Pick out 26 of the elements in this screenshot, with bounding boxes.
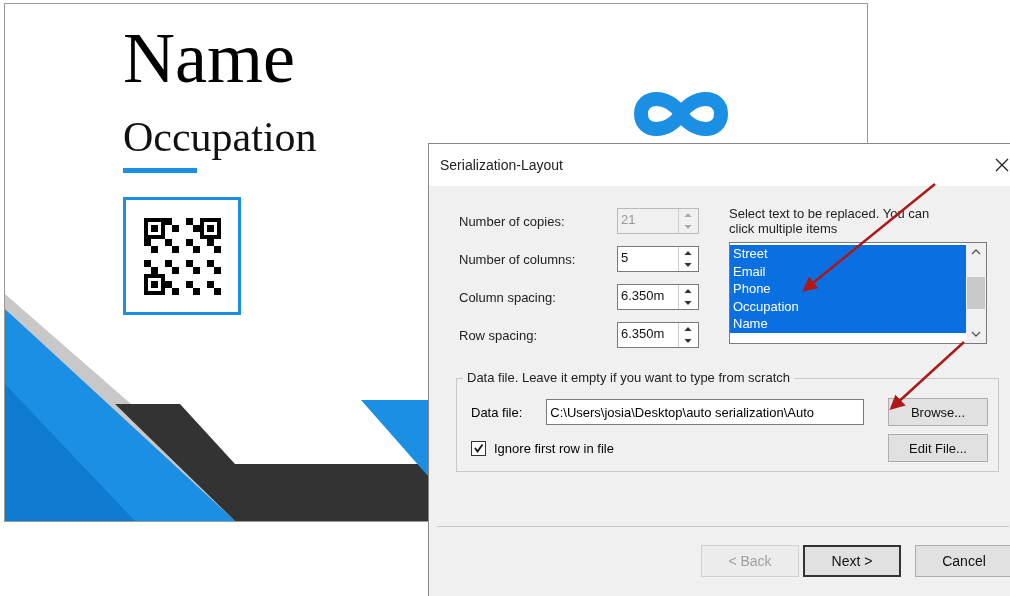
close-icon[interactable] — [995, 158, 1009, 172]
field-label: Row spacing: — [459, 327, 538, 343]
list-item[interactable]: Phone — [730, 280, 966, 298]
checkbox[interactable] — [471, 440, 486, 456]
list-item[interactable]: Name — [730, 315, 966, 333]
browse-button[interactable]: Browse... — [888, 398, 988, 426]
spin-field[interactable]: 5 — [617, 246, 699, 272]
card-occupation-text: Occupation — [123, 113, 317, 162]
field-label: Number of columns: — [459, 251, 576, 267]
list-item[interactable]: Street — [730, 245, 966, 263]
card-name-text: Name — [123, 18, 295, 98]
dialog-button[interactable]: Cancel — [915, 545, 1010, 577]
data-file-field[interactable]: C:\Users\josia\Desktop\auto serialization\Auto — [546, 399, 865, 425]
field-label: Number of copies: — [459, 213, 565, 229]
field-label: Column spacing: — [459, 289, 556, 305]
window-title: Serialization-Layout — [440, 157, 563, 173]
checkbox-label: Ignore first row in file — [494, 440, 614, 456]
spin-field[interactable]: 6.350m — [617, 284, 699, 310]
scroll-down-icon[interactable] — [971, 331, 981, 337]
spin-field[interactable]: 6.350m — [617, 322, 699, 348]
scrollbar[interactable] — [966, 243, 986, 343]
dialog-button[interactable]: Next > — [803, 545, 901, 577]
scroll-up-icon[interactable] — [971, 249, 981, 255]
group-legend: Data file. Leave it empty if you want to type from scratch — [463, 370, 794, 385]
field-label: Data file: — [471, 404, 523, 420]
edit-file-button[interactable]: Edit File... — [888, 434, 988, 462]
